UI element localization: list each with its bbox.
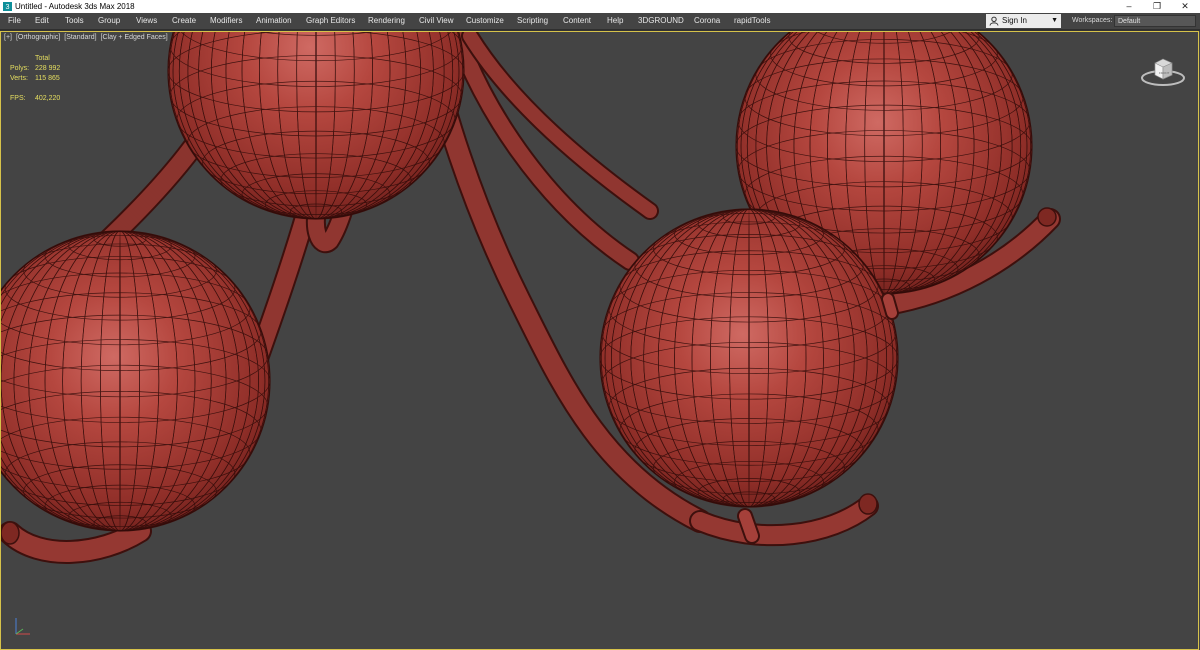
menu-rendering[interactable]: Rendering: [368, 13, 405, 29]
menu-edit[interactable]: Edit: [35, 13, 49, 29]
sphere-left: [0, 230, 271, 532]
minimize-button[interactable]: –: [1115, 0, 1143, 13]
menu-file[interactable]: File: [8, 13, 21, 29]
chevron-down-icon: ▼: [1051, 17, 1058, 24]
menu-help[interactable]: Help: [607, 13, 623, 29]
verts-value: 115 865: [35, 75, 60, 82]
window-titlebar: 3 Untitled - Autodesk 3ds Max 2018 – ❐ ✕: [0, 0, 1200, 13]
restore-button[interactable]: ❐: [1143, 0, 1171, 13]
menu-views[interactable]: Views: [136, 13, 157, 29]
stats-header: Total: [35, 55, 50, 62]
menu-create[interactable]: Create: [172, 13, 196, 29]
menu-graph-editors[interactable]: Graph Editors: [306, 13, 355, 29]
menu-content[interactable]: Content: [563, 13, 591, 29]
svg-text:3: 3: [6, 2, 10, 11]
perspective-viewport[interactable]: [+] [Orthographic] [Standard] [Clay + Ed…: [0, 30, 1200, 650]
menu-rapidtools[interactable]: rapidTools: [734, 13, 770, 29]
polys-value: 228 992: [35, 65, 61, 72]
sign-in-dropdown[interactable]: Sign In ▼: [986, 14, 1061, 28]
workspaces-select[interactable]: Default: [1114, 15, 1196, 27]
menu-group[interactable]: Group: [98, 13, 120, 29]
close-button[interactable]: ✕: [1171, 0, 1199, 13]
verts-label: Verts:: [10, 75, 28, 82]
menu-3dground[interactable]: 3DGROUND: [638, 13, 684, 29]
menu-corona[interactable]: Corona: [694, 13, 720, 29]
menu-customize[interactable]: Customize: [466, 13, 504, 29]
tube-end-cap: [1037, 207, 1057, 227]
menu-animation[interactable]: Animation: [256, 13, 292, 29]
workspaces-label: Workspaces:: [1072, 17, 1113, 24]
fps-value: 402,220: [35, 95, 61, 102]
tube-end-cap: [858, 493, 878, 515]
viewport-shading-standard[interactable]: [Standard]: [64, 34, 96, 41]
3ds-max-app-icon: 3: [3, 2, 12, 11]
viewport-menu-plus[interactable]: [+]: [4, 34, 12, 41]
viewcube-face-label: FRONT: [1159, 71, 1169, 75]
viewport-view-type[interactable]: [Orthographic]: [16, 34, 60, 41]
menu-tools[interactable]: Tools: [65, 13, 84, 29]
viewport-label[interactable]: [+] [Orthographic] [Standard] [Clay + Ed…: [4, 34, 170, 41]
menu-scripting[interactable]: Scripting: [517, 13, 548, 29]
polys-label: Polys:: [10, 65, 30, 72]
sphere-center-right: [599, 208, 899, 508]
viewport-scene[interactable]: [0, 31, 1200, 650]
viewcube-icon[interactable]: FRONT: [1138, 51, 1188, 91]
window-title: Untitled - Autodesk 3ds Max 2018: [15, 2, 135, 11]
menu-modifiers[interactable]: Modifiers: [210, 13, 242, 29]
user-icon: [989, 16, 999, 26]
tube-end-cap: [0, 521, 20, 545]
menu-civil-view[interactable]: Civil View: [419, 13, 454, 29]
sign-in-label: Sign In: [1002, 16, 1027, 25]
axis-tripod-icon: [15, 618, 30, 635]
sphere-top-center: [167, 31, 465, 220]
viewport-display-mode[interactable]: [Clay + Edged Faces]: [101, 34, 168, 41]
fps-label: FPS:: [10, 95, 26, 102]
